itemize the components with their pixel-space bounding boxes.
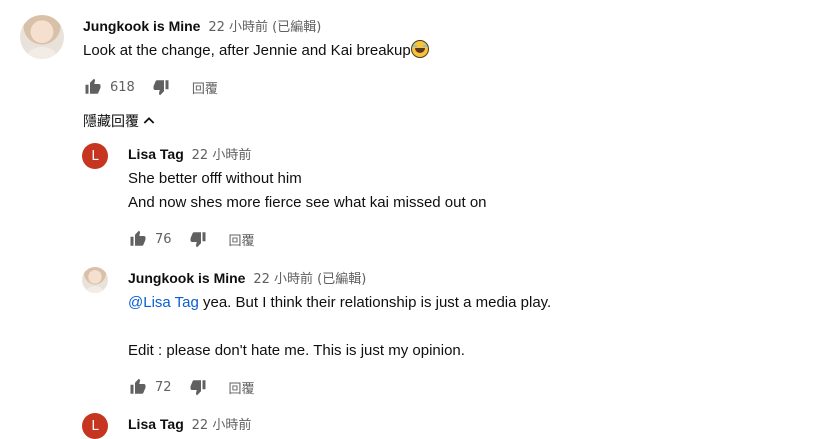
comment-header: Jungkook is Mine 22 小時前 (已編輯) bbox=[83, 16, 321, 35]
author-name[interactable]: Lisa Tag bbox=[128, 146, 184, 162]
avatar[interactable]: L bbox=[82, 413, 108, 439]
comment-text: @Lisa Tag yea. But I think their relatio… bbox=[128, 291, 551, 363]
author-name[interactable]: Jungkook is Mine bbox=[83, 18, 200, 34]
laughing-tears-emoji-icon bbox=[410, 40, 429, 58]
hide-replies-label: 隱藏回覆 bbox=[83, 114, 139, 130]
like-button[interactable] bbox=[128, 229, 148, 249]
dislike-button[interactable] bbox=[188, 229, 208, 249]
comment-actions: 72 回覆 bbox=[128, 377, 255, 397]
thumbs-down-icon bbox=[153, 80, 169, 96]
author-name[interactable]: Lisa Tag bbox=[128, 416, 184, 432]
reply-button[interactable]: 回覆 bbox=[229, 230, 255, 249]
comment-actions: 618 回覆 bbox=[83, 77, 218, 97]
reply-button[interactable]: 回覆 bbox=[192, 78, 218, 97]
thumbs-down-icon bbox=[190, 232, 206, 248]
like-count: 76 bbox=[155, 231, 172, 247]
comment-text-content: Look at the change, after Jennie and Kai… bbox=[83, 42, 411, 59]
thumbs-down-icon bbox=[190, 380, 206, 396]
like-button[interactable] bbox=[128, 377, 148, 397]
comment-time[interactable]: 22 小時前 (已編輯) bbox=[253, 272, 366, 287]
dislike-button[interactable] bbox=[188, 377, 208, 397]
comment-actions: 76 回覆 bbox=[128, 229, 255, 249]
like-count: 618 bbox=[110, 79, 135, 95]
comment-text: Look at the change, after Jennie and Kai… bbox=[83, 39, 429, 63]
thumbs-up-icon bbox=[130, 378, 146, 394]
avatar-letter: L bbox=[91, 148, 99, 164]
avatar[interactable] bbox=[20, 15, 64, 59]
avatar-letter: L bbox=[91, 418, 99, 434]
author-name[interactable]: Jungkook is Mine bbox=[128, 270, 245, 286]
thumbs-up-icon bbox=[130, 230, 146, 246]
comment-header: Lisa Tag 22 小時前 bbox=[128, 144, 251, 163]
hide-replies-button[interactable]: 隱藏回覆 bbox=[83, 111, 157, 131]
comment-text: She better offf without him And now shes… bbox=[128, 167, 487, 215]
comment-time[interactable]: 22 小時前 bbox=[192, 418, 252, 433]
mention-link[interactable]: @Lisa Tag bbox=[128, 294, 199, 311]
comment-line: Edit : please don't hate me. This is jus… bbox=[128, 342, 465, 359]
comment-time[interactable]: 22 小時前 (已編輯) bbox=[208, 20, 321, 35]
chevron-up-icon bbox=[143, 117, 155, 124]
comment-line: @Lisa Tag yea. But I think their relatio… bbox=[128, 291, 551, 315]
comment-header: Lisa Tag 22 小時前 bbox=[128, 414, 251, 433]
comment-line-text: yea. But I think their relationship is j… bbox=[198, 294, 552, 311]
reply-button[interactable]: 回覆 bbox=[229, 378, 255, 397]
avatar[interactable] bbox=[82, 267, 108, 293]
like-button[interactable] bbox=[83, 77, 103, 97]
like-count: 72 bbox=[155, 379, 172, 395]
avatar[interactable]: L bbox=[82, 143, 108, 169]
comment-line: She better offf without him bbox=[128, 170, 302, 187]
dislike-button[interactable] bbox=[151, 77, 171, 97]
comment-line: And now shes more fierce see what kai mi… bbox=[128, 194, 487, 211]
thumbs-up-icon bbox=[85, 78, 101, 94]
comment-header: Jungkook is Mine 22 小時前 (已編輯) bbox=[128, 268, 366, 287]
comment-time[interactable]: 22 小時前 bbox=[192, 148, 252, 163]
